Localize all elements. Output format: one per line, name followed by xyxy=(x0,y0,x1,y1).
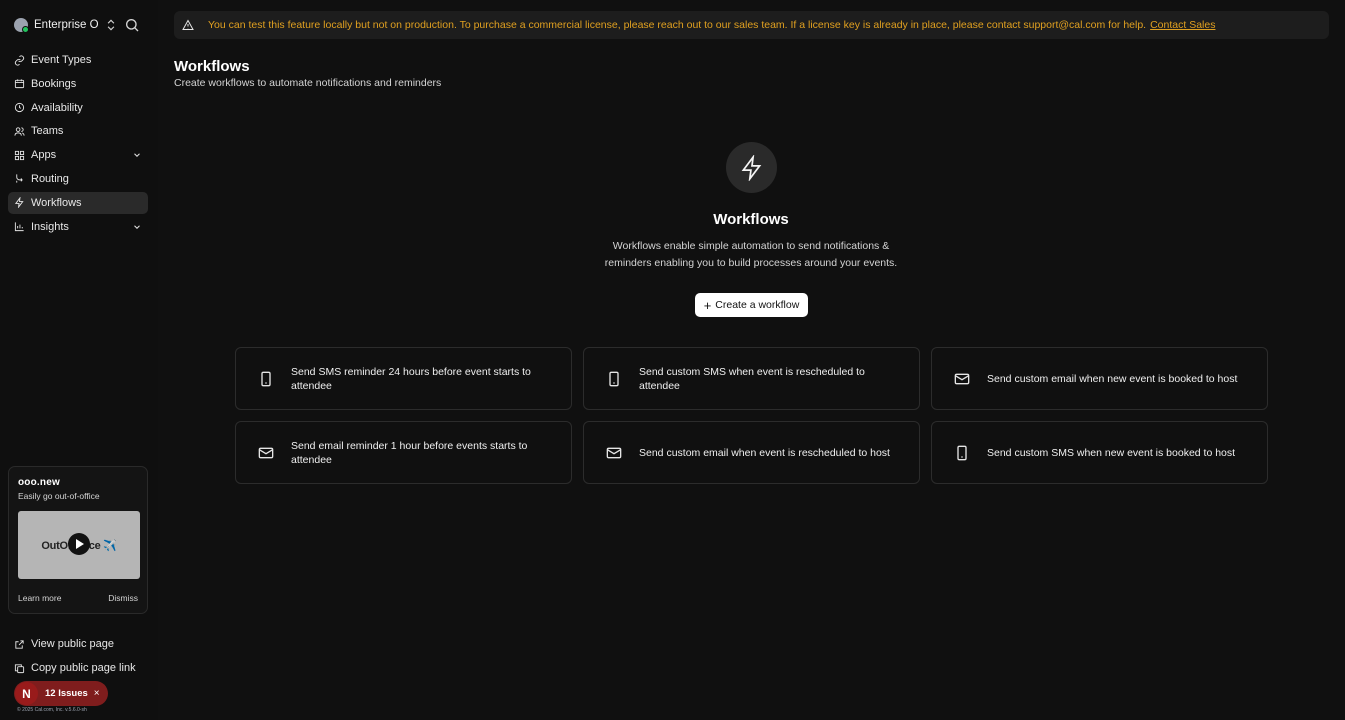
sidebar-item-workflows[interactable]: Workflows xyxy=(8,191,148,214)
empty-state-title: Workflows xyxy=(713,211,789,228)
template-label: Send custom SMS when new event is booked… xyxy=(987,446,1236,459)
template-label: Send custom email when new event is book… xyxy=(987,372,1238,385)
mail-icon xyxy=(954,373,970,384)
sidebar-item-routing[interactable]: Routing xyxy=(8,168,148,190)
sidebar-item-label: Bookings xyxy=(31,77,77,90)
sidebar-item-bookings[interactable]: Bookings xyxy=(8,73,148,95)
empty-state-icon xyxy=(726,142,777,193)
promo-subtitle: Easily go out-of-office xyxy=(18,491,100,501)
sidebar-item-label: Teams xyxy=(31,125,64,138)
zap-icon xyxy=(741,154,761,181)
search-icon[interactable] xyxy=(124,17,140,33)
mail-icon xyxy=(606,447,622,458)
sidebar-item-event-types[interactable]: Event Types xyxy=(8,49,148,71)
sidebar: Enterprise Org Event Types Bookings Avai… xyxy=(0,0,158,720)
dismiss-button[interactable]: Dismiss xyxy=(108,593,138,603)
zap-icon xyxy=(14,197,24,209)
close-icon[interactable]: × xyxy=(94,688,100,699)
template-label: Send custom email when event is reschedu… xyxy=(639,446,890,459)
sidebar-item-label: Event Types xyxy=(31,54,92,66)
external-link-icon xyxy=(15,639,24,649)
sidebar-item-availability[interactable]: Availability xyxy=(8,97,148,119)
issues-badge[interactable]: N 12 Issues × xyxy=(14,681,108,706)
chevron-down-icon[interactable] xyxy=(132,150,142,160)
page-title: Workflows xyxy=(174,58,250,75)
sidebar-item-teams[interactable]: Teams xyxy=(8,120,148,142)
create-workflow-label: Create a workflow xyxy=(715,299,800,311)
template-card[interactable]: Send custom SMS when event is reschedule… xyxy=(583,347,920,410)
clock-icon xyxy=(14,103,25,113)
sidebar-item-apps[interactable]: Apps xyxy=(8,144,148,166)
promo-video-thumbnail[interactable]: OutOfOffice ✈️ xyxy=(18,511,140,579)
sidebar-nav: Event Types Bookings Availability Teams … xyxy=(8,49,148,239)
sidebar-item-label: Workflows xyxy=(31,196,82,209)
contact-sales-link[interactable]: Contact Sales xyxy=(1150,19,1215,31)
template-label: Send custom SMS when event is reschedule… xyxy=(639,365,865,392)
split-icon xyxy=(16,174,23,184)
next-logo-icon: N xyxy=(15,682,38,705)
sidebar-item-label: Apps xyxy=(31,149,57,162)
template-card[interactable]: Send custom SMS when new event is booked… xyxy=(931,421,1268,484)
promo-card: ooo.new Easily go out-of-office OutOfOff… xyxy=(8,466,148,614)
copy-public-link-button[interactable]: Copy public page link xyxy=(8,657,153,679)
learn-more-link[interactable]: Learn more xyxy=(18,593,61,603)
sidebar-item-insights[interactable]: Insights xyxy=(8,216,148,238)
template-card[interactable]: Send email reminder 1 hour before events… xyxy=(235,421,572,484)
copy-icon xyxy=(14,663,25,673)
issues-count: 12 Issues xyxy=(45,688,88,699)
template-card[interactable]: Send custom email when event is reschedu… xyxy=(583,421,920,484)
banner-text: You can test this feature locally but no… xyxy=(208,19,1147,31)
copy-public-link-label: Copy public page link xyxy=(31,662,136,674)
main-content: You can test this feature locally but no… xyxy=(158,0,1345,720)
template-card[interactable]: Send custom email when new event is book… xyxy=(931,347,1268,410)
license-warning-banner: You can test this feature locally but no… xyxy=(174,11,1329,39)
page-subtitle: Create workflows to automate notificatio… xyxy=(174,77,442,89)
template-label: Send SMS reminder 24 hours before event … xyxy=(291,365,531,392)
calendar-icon xyxy=(14,79,25,89)
bar-chart-icon xyxy=(14,222,24,232)
org-name: Enterprise Org xyxy=(34,18,98,31)
play-icon[interactable] xyxy=(68,533,90,555)
chevron-down-icon[interactable] xyxy=(132,222,142,232)
phone-icon xyxy=(957,445,967,460)
promo-logo: ooo.new xyxy=(18,477,60,488)
warning-icon xyxy=(182,19,194,30)
users-icon xyxy=(14,127,25,136)
template-label: Send email reminder 1 hour before events… xyxy=(291,439,528,466)
create-workflow-button[interactable]: + Create a workflow xyxy=(695,293,808,317)
org-switcher[interactable]: Enterprise Org xyxy=(8,12,153,37)
sidebar-item-label: Routing xyxy=(31,172,69,185)
copyright: © 2025 Cal.com, Inc. v.5.6.0-sh xyxy=(17,707,87,713)
grid-icon xyxy=(14,150,25,160)
promo-footer: Learn more Dismiss xyxy=(18,593,138,603)
phone-icon xyxy=(261,371,271,386)
plus-icon: + xyxy=(703,297,712,313)
sidebar-item-label: Insights xyxy=(31,220,69,233)
sidebar-item-label: Availability xyxy=(31,101,83,114)
mail-icon xyxy=(258,447,274,458)
org-avatar xyxy=(14,17,29,33)
empty-state-description: Workflows enable simple automation to se… xyxy=(604,240,898,269)
chevron-up-down-icon[interactable] xyxy=(104,18,118,32)
view-public-page-link[interactable]: View public page xyxy=(8,633,153,655)
template-card[interactable]: Send SMS reminder 24 hours before event … xyxy=(235,347,572,410)
view-public-page-label: View public page xyxy=(31,638,114,650)
link-icon xyxy=(14,54,25,66)
phone-icon xyxy=(609,371,619,386)
sidebar-bottom: View public page Copy public page link xyxy=(8,633,153,681)
